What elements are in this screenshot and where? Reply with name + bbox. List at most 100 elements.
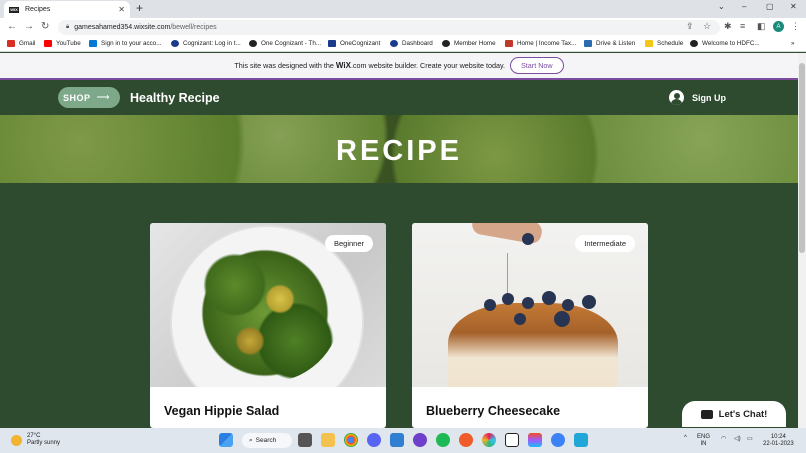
weather-description: Partly sunny [27,440,61,446]
clock-time: 10:24 [770,434,786,440]
bookmark-schedule[interactable]: Schedule [645,40,683,47]
lets-chat-button[interactable]: Let's Chat! [682,401,786,427]
tab-title: Recipes [25,6,51,13]
search-icon: ⌕ [249,436,253,444]
reload-icon[interactable]: ↻ [41,21,49,32]
recipe-image-salad[interactable]: Beginner [150,223,386,387]
language-indicator[interactable]: ENG IN [697,434,710,448]
url-domain: gamesahamed354.wixsite.com [74,24,171,31]
messenger-icon[interactable] [551,433,565,447]
task-view-icon[interactable] [298,433,312,447]
lock-icon: 🔒︎ [66,24,70,30]
site-title[interactable]: Healthy Recipe [130,91,220,105]
globe-icon [442,40,450,47]
windows-taskbar: 27°C Partly sunny ⌕ Search ^ ENG IN ◠ ◁)… [0,428,806,453]
gmail-icon [7,40,15,47]
clock-date: 22-01-2023 [763,441,794,447]
clock[interactable]: 10:24 22-01-2023 [763,434,794,448]
browser-tab[interactable]: WIX Recipes ✕ [4,1,130,18]
hero-title: RECIPE [336,135,462,167]
close-window-button[interactable]: ✕ [790,2,797,11]
difficulty-badge: Beginner [324,235,373,252]
bookmark-gmail[interactable]: Gmail [7,40,35,47]
drive-listen-icon [584,40,592,47]
schedule-icon [645,40,653,47]
wifi-icon[interactable]: ◠ [721,436,726,443]
vscode-icon[interactable] [390,433,404,447]
bookmark-hdfc[interactable]: Welcome to HDFC... [690,40,760,47]
partly-sunny-icon [11,434,22,446]
back-arrow-icon[interactable]: ← [7,21,17,32]
tab-search-icon[interactable]: ⌄ [718,2,725,11]
tray-overflow-icon[interactable]: ^ [684,435,687,442]
difficulty-badge: Intermediate [575,235,635,252]
bookmark-youtube[interactable]: YouTube [44,40,81,47]
share-icon[interactable]: ⇪ [686,21,694,32]
user-avatar-icon [669,90,684,105]
bookmarks-bar: Gmail YouTube Sign in to your acco... Co… [0,37,806,52]
url-path: /bewell/recipes [170,24,217,31]
weather-widget[interactable]: 27°C Partly sunny [11,433,60,447]
recipe-title[interactable]: Blueberry Cheesecake [426,404,560,418]
bookmark-drive-listen[interactable]: Drive & Listen [584,40,635,47]
scrollbar-thumb[interactable] [799,63,805,253]
arrow-right-icon: ⟶ [96,92,110,102]
battery-icon[interactable]: ▭ [747,436,753,443]
chrome-icon[interactable] [344,433,358,447]
microsoft-icon [89,40,97,47]
discord-icon[interactable] [367,433,381,447]
address-bar-row: ← → ↻ 🔒︎ gamesahamed354.wixsite.com/bewe… [0,18,806,37]
cognizant-icon [171,40,179,47]
extensions-puzzle-icon[interactable]: ✱ [724,21,732,32]
cognizant-icon [390,40,398,47]
notepad-icon[interactable] [574,433,588,447]
file-explorer-icon[interactable] [321,433,335,447]
globe-icon [690,40,698,47]
profile-avatar[interactable]: A [773,21,784,32]
bookmark-income-tax[interactable]: Home | Income Tax... [505,40,576,47]
reading-list-icon[interactable]: ≡ [740,21,745,31]
recipe-card[interactable]: Beginner Vegan Hippie Salad [150,223,386,428]
wix-promo-banner: This site was designed with the WiX.com … [0,53,798,80]
chat-bubble-icon [700,409,713,419]
recipe-image-cheesecake[interactable]: Intermediate [412,223,648,387]
github-desktop-icon[interactable] [413,433,427,447]
slack-icon[interactable] [482,433,496,447]
onecognizant-icon [328,40,336,47]
forward-arrow-icon[interactable]: → [24,21,34,32]
side-panel-icon[interactable]: ◧ [757,21,766,32]
page-scrollbar[interactable] [798,53,806,428]
postman-icon[interactable] [459,433,473,447]
notion-icon[interactable] [505,433,519,447]
recipe-title[interactable]: Vegan Hippie Salad [164,404,279,418]
recipe-card[interactable]: Intermediate Blueberry Cheesecake [412,223,648,428]
windows-start-icon[interactable] [219,433,233,447]
bookmark-one-cognizant[interactable]: One Cognizant - Th... [249,40,321,47]
bookmark-cognizant-login[interactable]: Cognizant: Log in t... [171,40,241,47]
volume-icon[interactable]: ◁) [734,436,741,443]
youtube-icon [44,40,52,47]
minimize-window-button[interactable]: – [742,2,746,11]
sign-up-button[interactable]: Sign Up [669,90,726,105]
bookmark-member-home[interactable]: Member Home [442,40,496,47]
hero-banner: RECIPE [0,115,798,183]
new-tab-button[interactable]: + [136,1,143,15]
taskbar-search-button[interactable]: ⌕ Search [242,433,292,448]
spotify-icon[interactable] [436,433,450,447]
bookmark-onecognizant[interactable]: OneCognizant [328,40,380,47]
wix-promo-message: This site was designed with the WiX.com … [234,61,506,70]
temperature: 27°C [27,433,41,439]
figma-icon[interactable] [528,433,542,447]
bookmark-star-icon[interactable]: ☆ [703,21,711,32]
start-now-button[interactable]: Start Now [510,57,564,74]
browser-menu-icon[interactable]: ⋮ [791,21,800,32]
maximize-window-button[interactable]: ▢ [766,2,774,11]
bookmark-dashboard[interactable]: Dashboard [390,40,433,47]
close-tab-icon[interactable]: ✕ [118,5,125,14]
site-header: SHOP ⟶ Healthy Recipe Sign Up [0,80,798,115]
bookmarks-overflow-icon[interactable]: » [791,40,795,47]
wix-favicon-icon: WIX [9,6,19,13]
shop-button[interactable]: SHOP ⟶ [58,87,120,108]
url-input[interactable]: 🔒︎ gamesahamed354.wixsite.com/bewell/rec… [58,20,720,35]
bookmark-microsoft-signin[interactable]: Sign in to your acco... [89,40,162,47]
